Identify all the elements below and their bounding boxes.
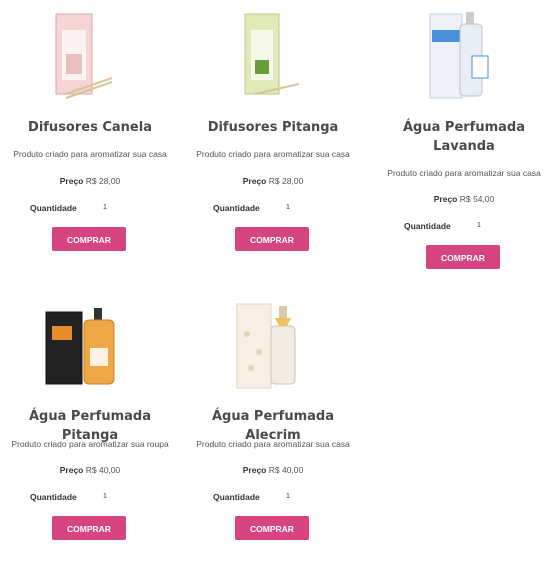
comprar-button[interactable]: COMPRAR [235,227,309,251]
product-price: Preço R$ 40,00 [0,465,180,475]
quantity-label: Quantidade [213,203,260,213]
quantity-label: Quantidade [30,492,77,502]
product-description: Produto criado para aromatizar sua casa [196,149,350,159]
price-value: R$ 54,00 [459,194,495,204]
product-title[interactable]: Difusores Pitanga [183,118,363,137]
comprar-button[interactable]: COMPRAR [52,516,126,540]
comprar-button[interactable]: COMPRAR [235,516,309,540]
product-card-agua-perfumada-lavanda: Água Perfumada Lavanda Produto criado pa… [374,0,554,280]
quantity-value[interactable]: 1 [286,493,290,500]
product-title[interactable]: Água Perfumada Lavanda [374,118,554,156]
price-label: Preço [59,176,84,186]
product-image[interactable] [0,298,180,398]
product-card-difusores-canela: Difusores Canela Produto criado para aro… [0,0,180,260]
comprar-button[interactable]: COMPRAR [426,245,500,269]
quantity-label: Quantidade [404,221,451,231]
product-image[interactable] [374,8,554,108]
price-label: Preço [242,465,267,475]
price-value: R$ 28,00 [268,176,304,186]
product-image[interactable] [183,298,363,398]
price-label: Preço [59,465,84,475]
product-price: Preço R$ 54,00 [374,194,554,204]
product-price: Preço R$ 28,00 [183,176,363,186]
product-title[interactable]: Difusores Canela [0,118,180,137]
price-label: Preço [242,176,267,186]
product-description: Produto criado para aromatizar sua casa [196,439,350,449]
product-image[interactable] [183,8,363,108]
quantity-label: Quantidade [30,203,77,213]
quantity-value[interactable]: 1 [103,493,107,500]
quantity-value[interactable]: 1 [286,204,290,211]
product-description: Produto criado para aromatizar sua roupa [11,439,169,449]
product-card-agua-perfumada-alecrim: Água Perfumada Alecrim Produto criado pa… [183,290,363,550]
quantity-label: Quantidade [213,492,260,502]
product-price: Preço R$ 40,00 [183,465,363,475]
product-image[interactable] [0,8,180,108]
product-card-agua-perfumada-pitanga: Água Perfumada Pitanga Produto criado pa… [0,290,180,550]
product-description: Produto criado para aromatizar sua casa [13,149,167,159]
product-card-difusores-pitanga: Difusores Pitanga Produto criado para ar… [183,0,363,260]
price-label: Preço [433,194,458,204]
price-value: R$ 40,00 [85,465,121,475]
quantity-value[interactable]: 1 [477,222,481,229]
comprar-button[interactable]: COMPRAR [52,227,126,251]
price-value: R$ 28,00 [85,176,121,186]
product-price: Preço R$ 28,00 [0,176,180,186]
price-value: R$ 40,00 [268,465,304,475]
product-description: Produto criado para aromatizar sua casa [387,168,541,178]
quantity-value[interactable]: 1 [103,204,107,211]
